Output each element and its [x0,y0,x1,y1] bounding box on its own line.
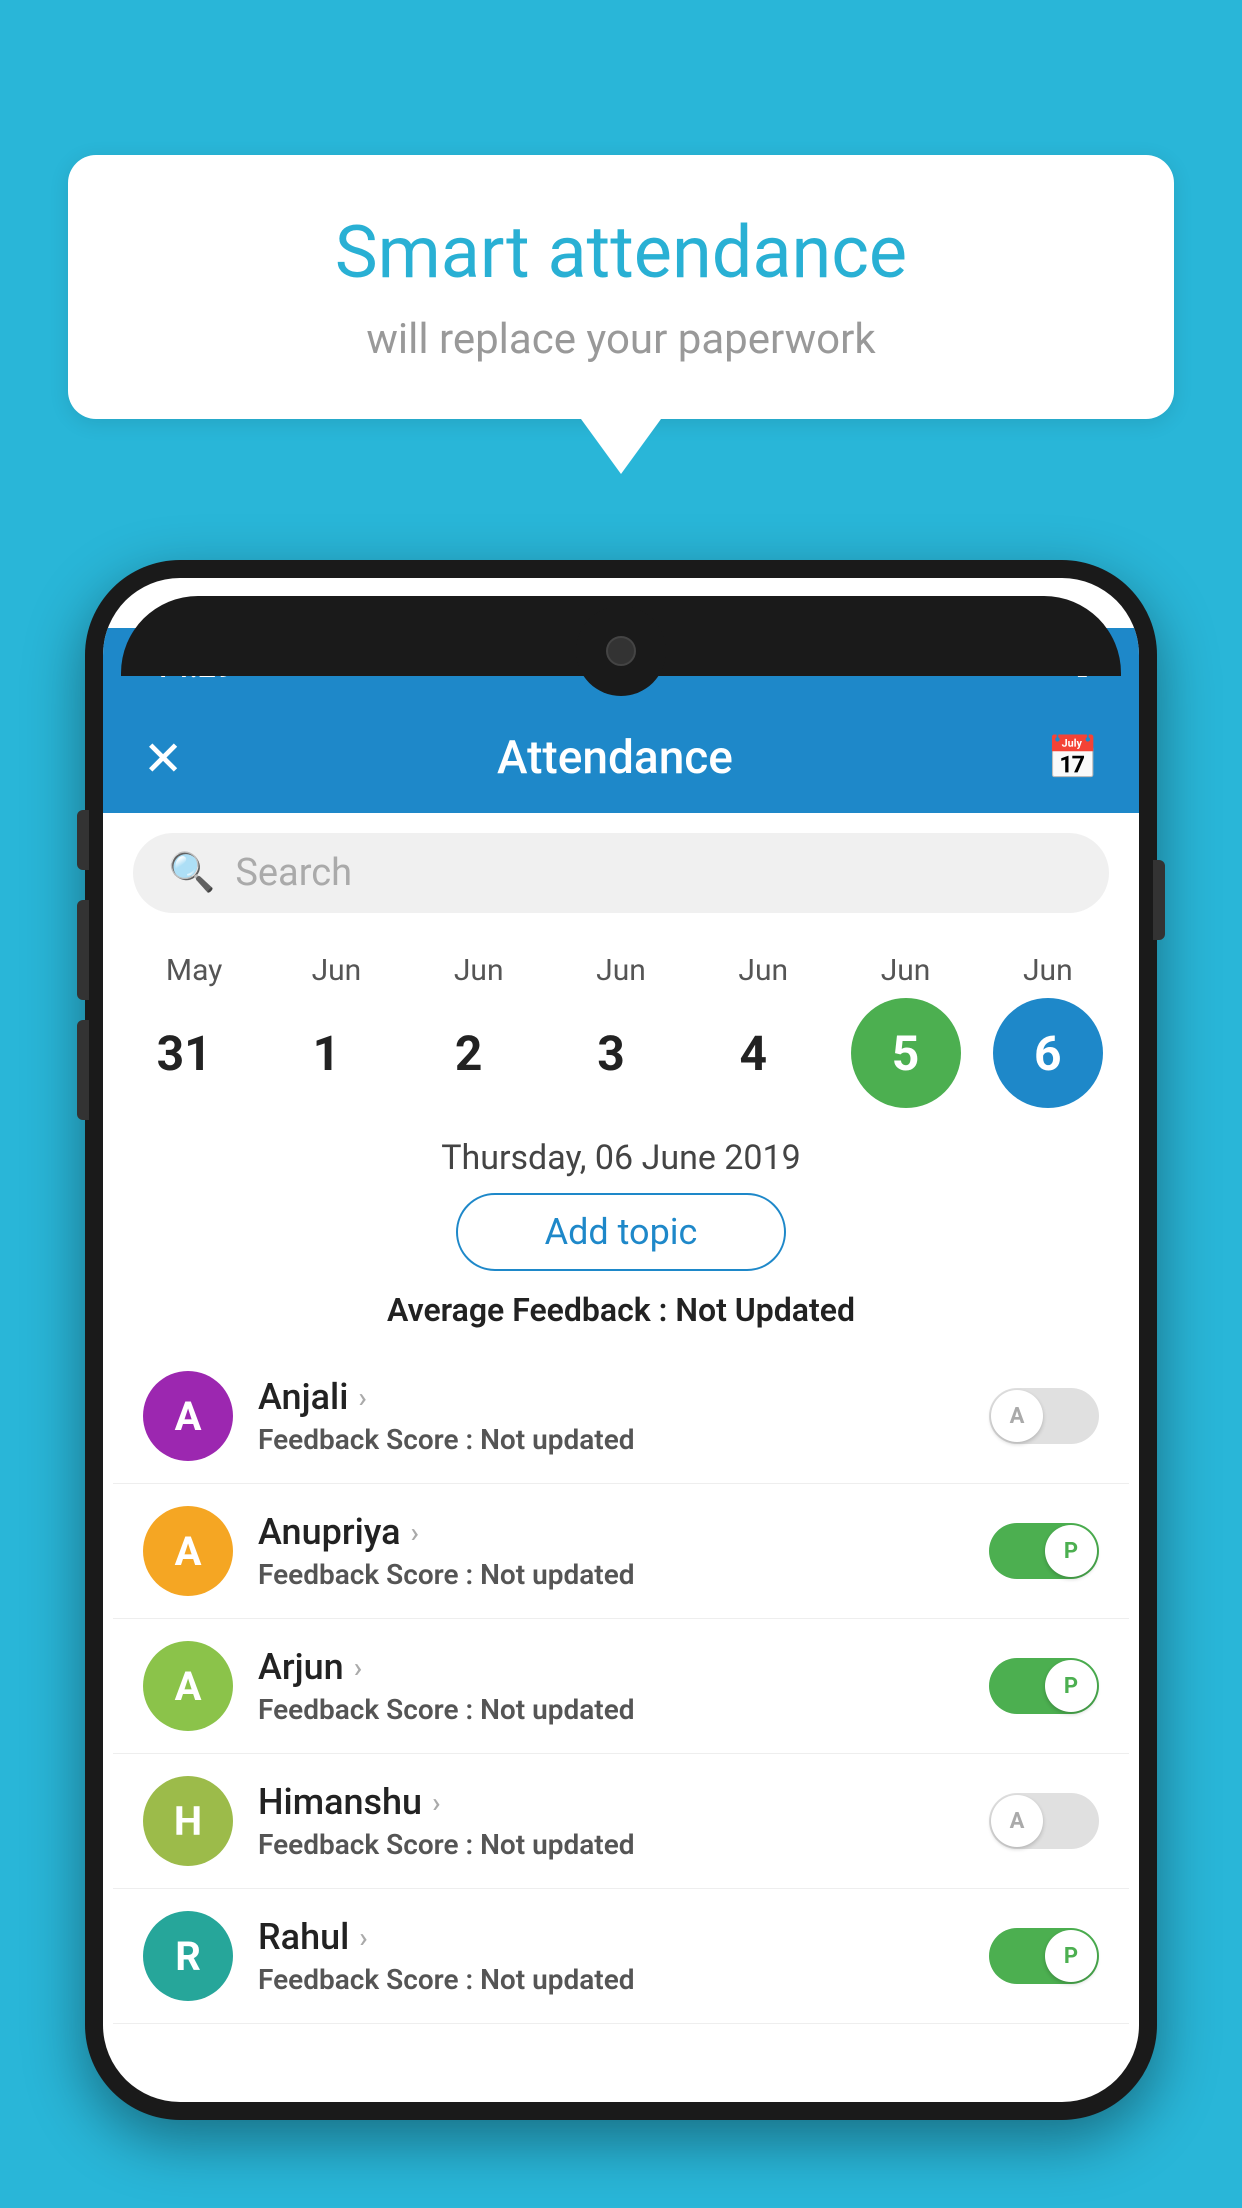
calendar-month-1: Jun [276,953,396,988]
avatar-rahul: R [143,1911,233,2001]
feedback-score-rahul: Feedback Score : Not updated [258,1963,964,1996]
avg-feedback: Average Feedback : Not Updated [103,1291,1139,1329]
attendance-toggle-rahul[interactable]: P [989,1928,1099,1984]
feedback-score-anjali: Feedback Score : Not updated [258,1423,964,1456]
feedback-score-arjun: Feedback Score : Not updated [258,1693,964,1726]
chevron-right-icon: › [411,1516,419,1549]
student-item-arjun[interactable]: A Arjun › Feedback Score : Not updated [113,1619,1129,1754]
student-item-himanshu[interactable]: H Himanshu › Feedback Score : Not update… [113,1754,1129,1889]
calendar-day-1[interactable]: 1 [266,1025,406,1082]
calendar-day-4[interactable]: 4 [693,1025,833,1082]
speech-bubble-subtitle: will replace your paperwork [128,315,1114,364]
calendar-day-6-selected[interactable]: 6 [978,998,1118,1108]
toggle-thumb-arjun: P [1045,1660,1097,1712]
phone-camera [606,636,636,666]
avatar-arjun: A [143,1641,233,1731]
selected-date-label: Thursday, 06 June 2019 [103,1138,1139,1178]
chevron-right-icon: › [432,1786,440,1819]
calendar-months-row: May Jun Jun Jun Jun Jun Jun [123,953,1119,988]
attendance-toggle-himanshu[interactable]: A [989,1793,1099,1849]
toggle-rahul[interactable]: P [989,1928,1099,1984]
avatar-himanshu: H [143,1776,233,1866]
search-input[interactable]: Search [235,851,352,895]
speech-bubble: Smart attendance will replace your paper… [68,155,1174,419]
student-info-arjun: Arjun › Feedback Score : Not updated [258,1646,964,1726]
chevron-right-icon: › [359,1921,367,1954]
student-name-anjali[interactable]: Anjali › [258,1376,964,1418]
search-bar[interactable]: 🔍 Search [133,833,1109,913]
avg-feedback-value: Not Updated [675,1291,855,1329]
attendance-toggle-arjun[interactable]: P [989,1658,1099,1714]
attendance-toggle-anjali[interactable]: A [989,1388,1099,1444]
student-item-anupriya[interactable]: A Anupriya › Feedback Score : Not update… [113,1484,1129,1619]
power-button [1153,860,1165,940]
student-list: A Anjali › Feedback Score : Not updated [103,1349,1139,2024]
toggle-thumb-anjali: A [991,1390,1043,1442]
toggle-himanshu[interactable]: A [989,1793,1099,1849]
student-info-anupriya: Anupriya › Feedback Score : Not updated [258,1511,964,1591]
calendar-day-0[interactable]: 31 [124,1025,264,1082]
avatar-anupriya: A [143,1506,233,1596]
feedback-score-himanshu: Feedback Score : Not updated [258,1828,964,1861]
avatar-anjali: A [143,1371,233,1461]
student-info-himanshu: Himanshu › Feedback Score : Not updated [258,1781,964,1861]
screen-content: 🔍 Search May Jun Jun Jun Jun Jun Jun [103,813,1139,2102]
calendar-month-4: Jun [703,953,823,988]
feedback-score-anupriya: Feedback Score : Not updated [258,1558,964,1591]
student-name-anupriya[interactable]: Anupriya › [258,1511,964,1553]
chevron-right-icon: › [358,1381,366,1414]
search-icon: 🔍 [168,851,215,895]
calendar-day-3[interactable]: 3 [551,1025,691,1082]
student-item-rahul[interactable]: R Rahul › Feedback Score : Not updated [113,1889,1129,2024]
toggle-thumb-himanshu: A [991,1795,1043,1847]
volume-up-button [77,810,89,870]
speech-bubble-title: Smart attendance [128,210,1114,295]
volume-down-button [77,900,89,1000]
calendar-month-3: Jun [561,953,681,988]
calendar-month-6: Jun [988,953,1108,988]
app-title: Attendance [497,731,733,785]
student-name-arjun[interactable]: Arjun › [258,1646,964,1688]
calendar-month-2: Jun [419,953,539,988]
calendar-strip: May Jun Jun Jun Jun Jun Jun 31 1 [103,933,1139,1118]
phone-wrapper: 14:29 ▲ ▲ ▮ ✕ Attendance 📅 🔍 Search [85,560,1157,2208]
speech-bubble-container: Smart attendance will replace your paper… [68,155,1174,474]
student-name-himanshu[interactable]: Himanshu › [258,1781,964,1823]
calendar-day-5-today[interactable]: 5 [836,998,976,1108]
attendance-toggle-anupriya[interactable]: P [989,1523,1099,1579]
student-name-rahul[interactable]: Rahul › [258,1916,964,1958]
toggle-thumb-anupriya: P [1045,1525,1097,1577]
student-item-anjali[interactable]: A Anjali › Feedback Score : Not updated [113,1349,1129,1484]
toggle-arjun[interactable]: P [989,1658,1099,1714]
calendar-month-0: May [134,953,254,988]
calendar-day-2[interactable]: 2 [409,1025,549,1082]
calendar-icon[interactable]: 📅 [1047,734,1099,783]
student-info-anjali: Anjali › Feedback Score : Not updated [258,1376,964,1456]
speech-bubble-tail [581,419,661,474]
add-topic-button[interactable]: Add topic [456,1193,786,1271]
close-button[interactable]: ✕ [143,730,183,787]
silent-button [77,1020,89,1120]
phone-notch [576,606,666,696]
toggle-thumb-rahul: P [1045,1930,1097,1982]
phone-screen: 14:29 ▲ ▲ ▮ ✕ Attendance 📅 🔍 Search [103,578,1139,2102]
avg-feedback-label: Average Feedback : [387,1291,675,1329]
phone-outer: 14:29 ▲ ▲ ▮ ✕ Attendance 📅 🔍 Search [85,560,1157,2120]
student-info-rahul: Rahul › Feedback Score : Not updated [258,1916,964,1996]
chevron-right-icon: › [354,1651,362,1684]
calendar-days-row[interactable]: 31 1 2 3 4 [123,998,1119,1108]
toggle-anupriya[interactable]: P [989,1523,1099,1579]
calendar-month-5: Jun [846,953,966,988]
toggle-anjali[interactable]: A [989,1388,1099,1444]
app-bar: ✕ Attendance 📅 [103,703,1139,813]
phone-notch-area [121,596,1121,676]
